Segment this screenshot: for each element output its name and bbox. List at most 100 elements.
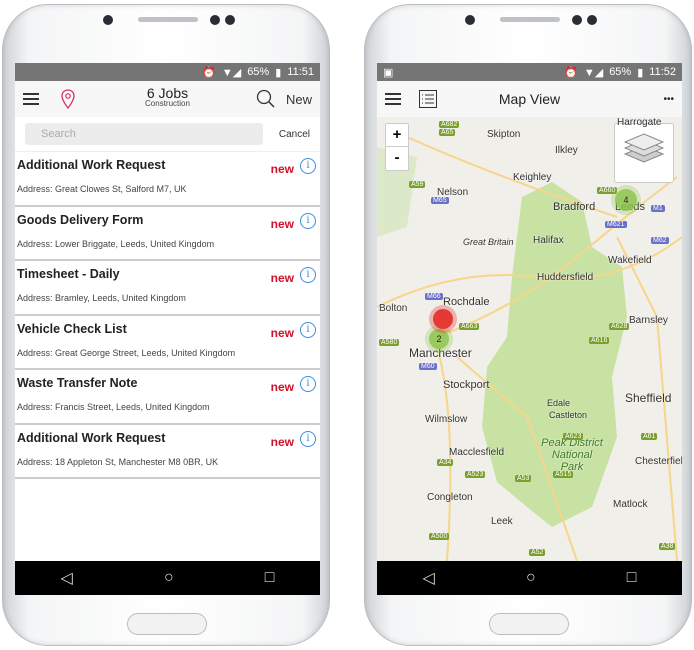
recents-icon[interactable]: □ [265, 569, 275, 587]
road-number-label: A580 [379, 339, 400, 346]
map-place-label: Skipton [487, 129, 521, 140]
road-number-label: A663 [459, 323, 480, 330]
home-icon[interactable]: ○ [526, 569, 536, 587]
clock: 11:52 [649, 66, 676, 78]
status-bar: ▣ ⏰ ▼◢ 65% ▮ 11:52 [377, 63, 682, 81]
map-marker[interactable] [433, 309, 453, 329]
road-number-label: A623 [563, 433, 584, 440]
map-place-label: Chesterfield [635, 456, 682, 467]
map-place-label: Wilmslow [425, 414, 468, 425]
map-place-label: Matlock [613, 499, 648, 510]
road-number-label: M621 [605, 221, 627, 228]
sensor [572, 15, 582, 25]
map-place-label: Bolton [379, 303, 408, 314]
job-address: Address: Great Clowes St, Salford M7, UK [17, 184, 187, 194]
road-number-label: M62 [651, 237, 669, 244]
zoom-in-button[interactable]: + [386, 124, 408, 147]
sensor [210, 15, 220, 25]
road-number-label: A52 [529, 549, 546, 556]
alarm-icon: ⏰ [564, 66, 578, 79]
info-icon[interactable]: i [300, 321, 316, 338]
new-badge: new [270, 380, 294, 394]
map-place-label: Huddersfield [537, 272, 594, 283]
map-place-label: Rochdale [443, 296, 490, 308]
android-nav-bar: ◁ ○ □ [377, 561, 682, 595]
sensor [225, 15, 235, 25]
map-place-label: Edale [547, 398, 571, 408]
phone-right: ▣ ⏰ ▼◢ 65% ▮ 11:52 Map View ••• + - Harr… [364, 4, 692, 646]
back-icon[interactable]: ◁ [61, 568, 73, 588]
search-input[interactable]: Search [25, 123, 263, 145]
road-number-label: A523 [465, 471, 486, 478]
job-list-item[interactable]: Goods Delivery Form Address: Lower Brigg… [15, 207, 320, 261]
job-list-item[interactable]: Waste Transfer Note Address: Francis Str… [15, 370, 320, 425]
map-layers-button[interactable] [614, 123, 674, 183]
map[interactable]: + - Harrogate Skipton Ilkley Keighley Nelson… [377, 117, 682, 561]
zoom-out-button[interactable]: - [386, 147, 408, 170]
camera [103, 15, 113, 25]
map-place-label: Barnsley [629, 315, 668, 326]
road-number-label: A34 [437, 459, 454, 466]
map-place-label: Ilkley [555, 145, 578, 156]
road-number-label: A65 [439, 129, 456, 136]
battery-icon: ▮ [275, 66, 282, 79]
sensor [587, 15, 597, 25]
battery-icon: ▮ [637, 66, 644, 79]
road-number-label: M1 [651, 205, 665, 212]
map-place-label: Keighley [513, 172, 552, 183]
job-address: Address: Great George Street, Leeds, Uni… [17, 347, 236, 358]
home-button[interactable] [489, 613, 569, 635]
info-icon[interactable]: i [300, 158, 316, 174]
status-bar: ⏰ ▼◢ 65% ▮ 11:51 [15, 63, 320, 81]
home-button[interactable] [127, 613, 207, 635]
menu-icon[interactable] [385, 93, 401, 105]
cancel-button[interactable]: Cancel [279, 129, 310, 140]
alarm-icon: ⏰ [202, 66, 216, 79]
marker-cluster[interactable]: 4 [615, 189, 637, 211]
job-address: Address: Lower Briggate, Leeds, United K… [17, 238, 215, 249]
camera [465, 15, 475, 25]
job-list-item[interactable]: Additional Work Request Address: 18 Appl… [15, 425, 320, 479]
recents-icon[interactable]: □ [627, 569, 637, 587]
back-icon[interactable]: ◁ [423, 568, 435, 588]
road-number-label: A682 [439, 121, 460, 128]
battery-level: 65% [247, 66, 270, 78]
road-number-label: M66 [425, 293, 443, 300]
road-number-label: A628 [609, 323, 630, 330]
map-place-label: Castleton [549, 410, 588, 420]
job-list-item[interactable]: Additional Work Request Address: Great C… [15, 152, 320, 207]
road-number-label: A53 [515, 475, 532, 482]
map-place-label: Harrogate [617, 117, 662, 128]
map-place-label: Leek [491, 516, 513, 527]
job-address: Address: Bramley, Leeds, United Kingdom [17, 293, 186, 303]
layers-icon [623, 133, 665, 163]
phone-left: ⏰ ▼◢ 65% ▮ 11:51 6 Jobs Construction New… [2, 4, 330, 646]
info-icon[interactable]: i [300, 267, 316, 283]
marker-cluster[interactable]: 2 [429, 329, 449, 349]
home-icon[interactable]: ○ [164, 569, 174, 587]
info-icon[interactable]: i [300, 430, 316, 447]
search-icon[interactable] [256, 89, 276, 109]
more-options-button[interactable]: ••• [663, 94, 674, 105]
new-badge: new [270, 216, 294, 231]
zoom-control: + - [385, 123, 409, 171]
job-list: Additional Work Request Address: Great C… [15, 152, 320, 479]
list-view-icon[interactable] [419, 90, 437, 108]
info-icon[interactable]: i [300, 376, 316, 392]
job-list-item[interactable]: Timesheet - Daily Address: Bramley, Leed… [15, 261, 320, 316]
new-badge: new [270, 162, 294, 176]
road-number-label: A59 [409, 181, 426, 188]
battery-level: 65% [609, 66, 632, 78]
job-list-item[interactable]: Vehicle Check List Address: Great George… [15, 316, 320, 370]
map-pin-icon[interactable] [61, 89, 75, 109]
road-number-label: M65 [431, 197, 449, 204]
new-button[interactable]: New [286, 92, 312, 107]
new-badge: new [270, 434, 294, 449]
wifi-icon: ▼◢ [583, 66, 604, 79]
menu-icon[interactable] [23, 93, 39, 105]
map-place-label: Sheffield [625, 391, 672, 405]
map-place-label: Macclesfield [449, 447, 505, 458]
map-place-label: Peak District National Park [541, 437, 603, 473]
job-address: Address: 18 Appleton St, Manchester M8 0… [17, 456, 219, 467]
info-icon[interactable]: i [300, 212, 316, 229]
